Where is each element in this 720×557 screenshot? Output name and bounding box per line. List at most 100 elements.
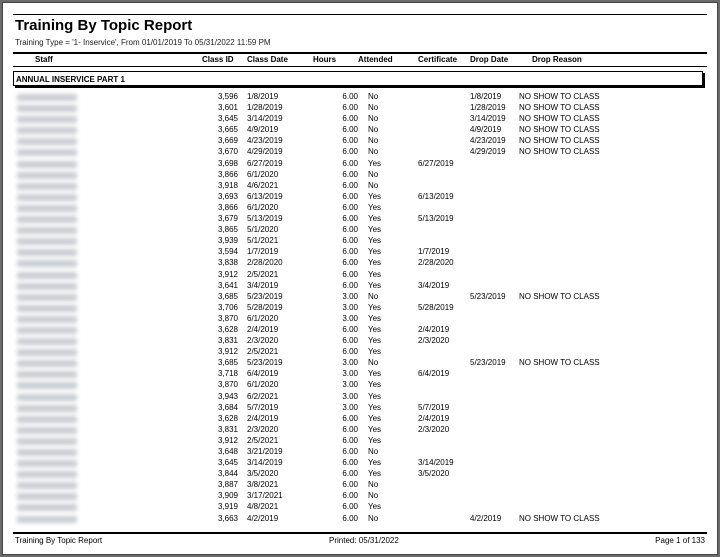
cell-class-date: 2/3/2020 <box>247 424 279 434</box>
report-title: Training By Topic Report <box>15 17 193 34</box>
cell-class-id: 3,939 <box>217 236 238 246</box>
cell-class-date: 6/1/2020 <box>247 380 279 390</box>
table-row: 3,865 5/1/2020 6.00 Yes <box>3 225 719 236</box>
cell-hours: 3.00 <box>342 291 358 301</box>
staff-name-redacted <box>17 238 77 246</box>
cell-hours: 3.00 <box>342 358 358 368</box>
cell-class-date: 3/21/2019 <box>247 447 283 456</box>
cell-drop-date: 4/29/2019 <box>470 147 506 157</box>
table-row: 3,628 2/4/2019 6.00 Yes 2/4/2019 <box>3 325 719 336</box>
cell-certificate: 5/7/2019 <box>418 402 450 412</box>
cell-class-id: 3,628 <box>217 324 238 334</box>
staff-name-redacted <box>17 371 77 379</box>
cell-class-id: 3,669 <box>217 136 238 146</box>
cell-drop-date: 5/23/2019 <box>470 291 506 301</box>
cell-class-id: 3,838 <box>217 258 238 268</box>
cell-class-id: 3,887 <box>217 480 238 490</box>
table-row: 3,912 2/5/2021 6.00 Yes <box>3 270 719 281</box>
cell-hours: 6.00 <box>342 92 358 101</box>
cell-class-date: 4/8/2021 <box>247 502 279 512</box>
footer-printed-date: Printed: 05/31/2022 <box>329 536 399 545</box>
cell-attended: No <box>368 358 379 368</box>
cell-class-id: 3,670 <box>217 147 238 157</box>
staff-name-redacted <box>17 271 77 279</box>
table-row: 3,866 6/1/2020 6.00 Yes <box>3 203 719 214</box>
staff-name-redacted <box>17 460 77 468</box>
staff-name-redacted <box>17 282 77 290</box>
staff-name-redacted <box>17 94 77 101</box>
cell-attended: No <box>368 447 379 456</box>
table-row: 3,645 3/14/2019 6.00 No 3/14/2019 NO SHOW TO … <box>3 114 719 125</box>
table-row: 3,679 5/13/2019 6.00 Yes 5/13/2019 <box>3 214 719 225</box>
table-row: 3,665 4/9/2019 6.00 No 4/9/2019 NO SHOW TO CL… <box>3 125 719 136</box>
cell-class-id: 3,596 <box>217 92 238 101</box>
table-row: 3,685 5/23/2019 3.00 No 5/23/2019 NO SHOW TO … <box>3 292 719 303</box>
cell-drop-reason: NO SHOW TO CLASS <box>519 92 600 101</box>
cell-class-id: 3,831 <box>217 424 238 434</box>
col-header-certificate: Certificate <box>418 55 458 64</box>
cell-class-id: 3,628 <box>217 413 238 423</box>
cell-certificate: 5/28/2019 <box>418 302 454 312</box>
table-row: 3,685 5/23/2019 3.00 No 5/23/2019 NO SHOW TO … <box>3 358 719 369</box>
cell-attended: Yes <box>368 236 382 246</box>
table-row: 3,939 5/1/2021 6.00 Yes <box>3 236 719 247</box>
cell-certificate: 3/5/2020 <box>418 469 450 479</box>
cell-class-date: 2/28/2020 <box>247 258 283 268</box>
cell-hours: 3.00 <box>342 313 358 323</box>
cell-certificate: 2/3/2020 <box>418 336 450 346</box>
col-header-class-date: Class Date <box>247 55 288 64</box>
cell-drop-reason: NO SHOW TO CLASS <box>519 147 600 157</box>
table-row: 3,594 1/7/2019 6.00 Yes 1/7/2019 <box>3 247 719 258</box>
cell-class-id: 3,663 <box>217 513 238 523</box>
cell-class-id: 3,866 <box>217 169 238 179</box>
cell-hours: 6.00 <box>342 136 358 146</box>
staff-name-redacted <box>17 204 77 212</box>
cell-hours: 3.00 <box>342 391 358 401</box>
cell-hours: 6.00 <box>342 169 358 179</box>
cell-class-date: 6/1/2020 <box>247 202 279 212</box>
cell-certificate: 5/13/2019 <box>418 214 454 224</box>
table-row: 3,870 6/1/2020 3.00 Yes <box>3 380 719 391</box>
cell-class-id: 3,594 <box>217 247 238 257</box>
staff-name-redacted <box>17 415 77 423</box>
cell-attended: Yes <box>368 391 382 401</box>
cell-class-id: 3,912 <box>217 435 238 445</box>
cell-drop-reason: NO SHOW TO CLASS <box>519 114 600 124</box>
cell-class-date: 6/1/2020 <box>247 313 279 323</box>
cell-class-id: 3,718 <box>217 369 238 379</box>
cell-attended: Yes <box>368 402 382 412</box>
cell-hours: 6.00 <box>342 103 358 113</box>
cell-class-date: 5/7/2019 <box>247 402 279 412</box>
cell-hours: 6.00 <box>342 258 358 268</box>
table-row: 3,912 2/5/2021 6.00 Yes <box>3 347 719 358</box>
cell-attended: No <box>368 147 379 157</box>
cell-hours: 6.00 <box>342 214 358 224</box>
table-row: 3,943 6/2/2021 3.00 Yes <box>3 392 719 403</box>
table-row: 3,718 6/4/2019 3.00 Yes 6/4/2019 <box>3 369 719 380</box>
cell-drop-date: 1/28/2019 <box>470 103 506 113</box>
staff-name-redacted <box>17 326 77 334</box>
cell-class-date: 3/14/2019 <box>247 114 283 124</box>
cell-attended: No <box>368 291 379 301</box>
table-row: 3,838 2/28/2020 6.00 Yes 2/28/2020 <box>3 258 719 269</box>
cell-class-id: 3,870 <box>217 313 238 323</box>
staff-name-redacted <box>17 504 77 512</box>
cell-attended: No <box>368 169 379 179</box>
cell-attended: No <box>368 491 379 501</box>
cell-drop-reason: NO SHOW TO CLASS <box>519 125 600 135</box>
cell-attended: Yes <box>368 369 382 379</box>
cell-class-id: 3,844 <box>217 469 238 479</box>
report-subtitle: Training Type = '1- Inservice', From 01/… <box>15 38 271 47</box>
staff-name-redacted <box>17 471 77 479</box>
staff-name-redacted <box>17 249 77 257</box>
table-row: 3,645 3/14/2019 6.00 Yes 3/14/2019 <box>3 458 719 469</box>
cell-hours: 6.00 <box>342 513 358 523</box>
cell-hours: 6.00 <box>342 502 358 512</box>
cell-class-id: 3,919 <box>217 502 238 512</box>
staff-name-redacted <box>17 426 77 434</box>
staff-name-redacted <box>17 515 77 523</box>
cell-class-date: 1/7/2019 <box>247 247 279 257</box>
table-row: 3,918 4/6/2021 6.00 No <box>3 181 719 192</box>
table-row: 3,831 2/3/2020 6.00 Yes 2/3/2020 <box>3 425 719 436</box>
staff-name-redacted <box>17 304 77 312</box>
